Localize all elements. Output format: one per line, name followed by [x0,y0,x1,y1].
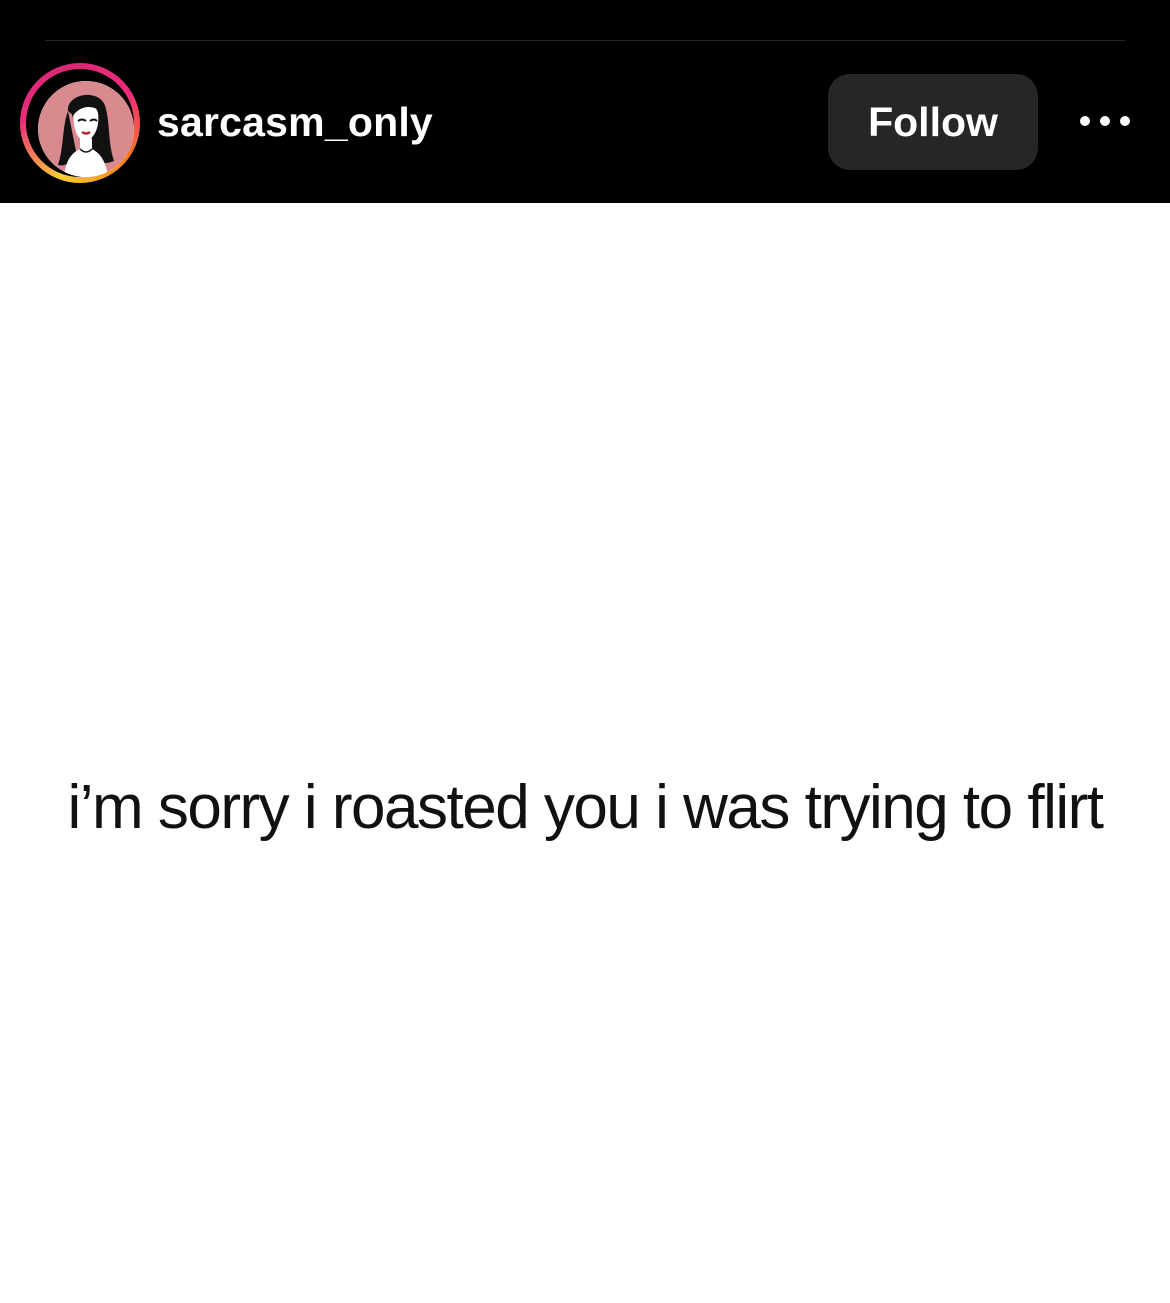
post-header: sarcasm_only Follow [0,0,1170,203]
more-options-button[interactable] [1075,106,1135,138]
avatar [38,81,134,177]
header-divider [45,40,1125,41]
instagram-post-view: sarcasm_only Follow i’m sorry i roasted … [0,0,1170,1303]
username[interactable]: sarcasm_only [157,96,433,148]
post-caption-text: i’m sorry i roasted you i was trying to … [67,773,1104,842]
story-ring[interactable] [20,63,140,183]
follow-button[interactable]: Follow [828,74,1038,170]
post-image[interactable]: i’m sorry i roasted you i was trying to … [0,203,1170,1303]
profile-avatar-icon [38,81,134,177]
